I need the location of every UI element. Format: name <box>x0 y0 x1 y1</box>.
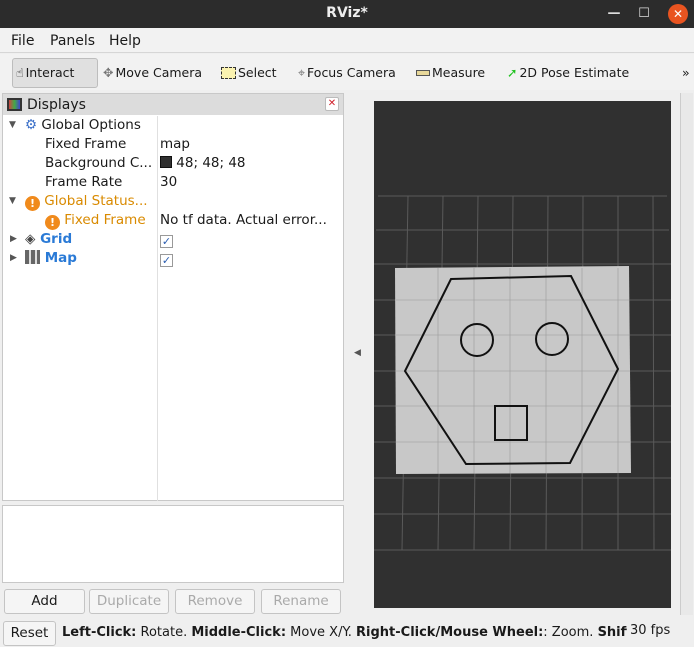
warning-icon: ! <box>25 196 40 211</box>
select-tool[interactable]: Select <box>218 58 277 88</box>
reset-button[interactable]: Reset <box>3 621 56 646</box>
displays-title: Displays <box>27 96 86 113</box>
toolbar: ☝ Interact ✥ Move Camera Select ⌖ Focus Cam… <box>0 54 694 90</box>
remove-button[interactable]: Remove <box>175 589 255 614</box>
warning-icon: ! <box>45 215 60 230</box>
menu-file[interactable]: File <box>11 33 34 49</box>
measure-tool[interactable]: Measure <box>413 58 485 88</box>
background-color-value[interactable]: 48; 48; 48 <box>160 154 246 173</box>
gear-icon: ⚙ <box>25 117 38 133</box>
background-color-label: Background C... <box>45 155 153 171</box>
menu-panels[interactable]: Panels <box>50 33 95 49</box>
interact-label: Interact <box>25 65 75 80</box>
view-scrollbar[interactable] <box>680 93 693 615</box>
grid-label: Grid <box>40 231 73 247</box>
status-error-text: No tf data. Actual error... <box>160 212 327 228</box>
hand-icon: ☝ <box>16 65 24 80</box>
close-button[interactable]: ✕ <box>668 4 688 24</box>
properties-description-panel <box>2 505 344 583</box>
3d-viewport[interactable] <box>374 101 671 608</box>
rename-button[interactable]: Rename <box>261 589 341 614</box>
window-title: RViz* <box>326 5 368 21</box>
grid-icon: ◈ <box>25 231 36 247</box>
menu-bar: File Panels Help <box>0 28 694 53</box>
viewport-scene <box>374 195 671 551</box>
status-fixed-frame-label: Fixed Frame <box>64 212 146 228</box>
move-icon: ✥ <box>103 65 114 80</box>
expand-arrow-icon[interactable]: ▶ <box>10 253 17 263</box>
column-divider <box>157 116 158 501</box>
global-status-label: Global Status... <box>44 193 148 209</box>
title-bar: RViz* — ☐ ✕ <box>0 0 694 28</box>
map-enabled-checkbox[interactable]: ✓ <box>160 254 173 267</box>
measure-label: Measure <box>432 65 486 80</box>
map-label: Map <box>44 250 77 266</box>
select-label: Select <box>238 65 277 80</box>
background-color-text: 48; 48; 48 <box>176 155 246 171</box>
focus-camera-label: Focus Camera <box>307 65 396 80</box>
tree-global-status[interactable]: ! Global Status... <box>25 192 148 211</box>
pose-estimate-tool[interactable]: ➚ 2D Pose Estimate <box>504 58 629 88</box>
select-icon <box>221 67 236 79</box>
maximize-button[interactable]: ☐ <box>634 4 654 24</box>
pose-estimate-label: 2D Pose Estimate <box>519 65 630 80</box>
fps-readout: 30 fps <box>630 623 671 638</box>
grid-enabled-checkbox[interactable]: ✓ <box>160 235 173 248</box>
displays-panel: Displays ✕ ▼ ⚙ Global Options Fixed Frame… <box>2 93 344 501</box>
duplicate-button[interactable]: Duplicate <box>89 589 169 614</box>
green-arrow-icon: ➚ <box>507 65 518 80</box>
focus-icon: ⌖ <box>298 65 306 80</box>
frame-rate-label: Frame Rate <box>45 174 123 190</box>
fixed-frame-label: Fixed Frame <box>45 136 127 152</box>
minimize-button[interactable]: — <box>604 4 624 24</box>
status-fixed-frame[interactable]: ! Fixed Frame <box>45 211 146 230</box>
tree-map[interactable]: Map <box>25 249 77 268</box>
left-splitter-arrow[interactable]: ◀ <box>354 348 361 358</box>
menu-help[interactable]: Help <box>109 33 141 49</box>
fixed-frame-value[interactable]: map <box>160 135 190 154</box>
status-hint: Left-Click: Rotate. Middle-Click: Move X… <box>62 625 627 640</box>
global-options-label: Global Options <box>41 117 141 133</box>
panel-close-button[interactable]: ✕ <box>325 97 339 111</box>
interact-tool[interactable]: ☝ Interact <box>12 58 98 88</box>
color-swatch <box>160 156 172 168</box>
displays-header: Displays ✕ <box>3 94 343 115</box>
move-camera-label: Move Camera <box>115 65 203 80</box>
tree-global-options[interactable]: ⚙ Global Options <box>25 116 141 135</box>
move-camera-tool[interactable]: ✥ Move Camera <box>100 58 202 88</box>
occupancy-map <box>395 266 631 474</box>
expand-arrow-icon[interactable]: ▶ <box>10 234 17 244</box>
monitor-icon <box>7 98 22 111</box>
add-button[interactable]: Add <box>4 589 85 614</box>
frame-rate-value[interactable]: 30 <box>160 173 177 192</box>
focus-camera-tool[interactable]: ⌖ Focus Camera <box>295 58 396 88</box>
collapse-arrow-icon[interactable]: ▼ <box>9 120 16 130</box>
toolbar-overflow-button[interactable]: » <box>679 58 690 88</box>
map-icon <box>25 250 40 264</box>
ruler-icon <box>416 70 430 76</box>
tree-grid[interactable]: ◈ Grid <box>25 230 72 249</box>
collapse-arrow-icon[interactable]: ▼ <box>9 196 16 206</box>
